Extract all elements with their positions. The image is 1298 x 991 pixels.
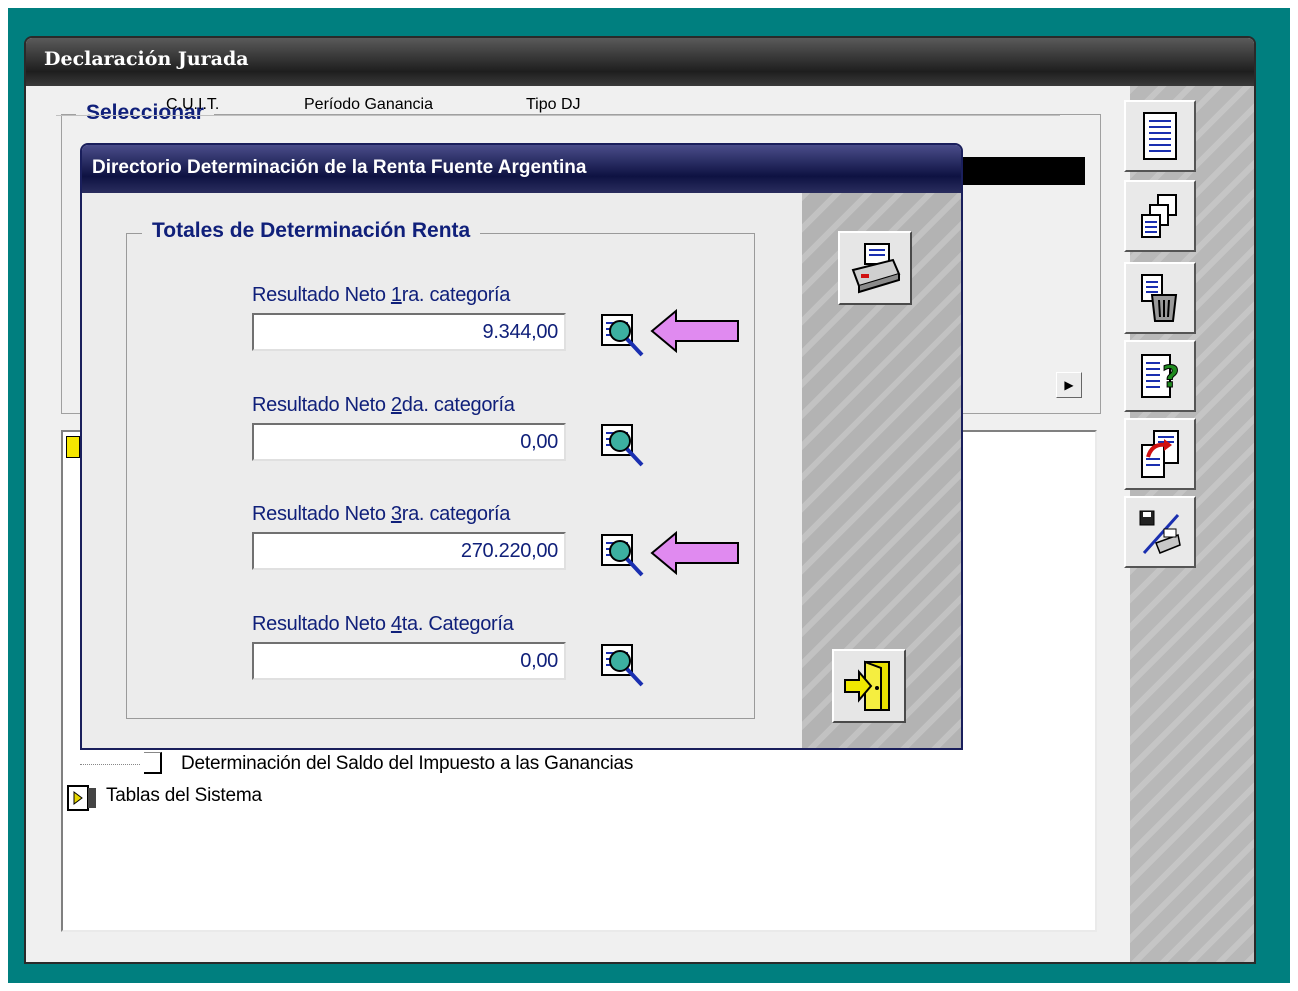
field-input-4ta[interactable]: 0,00: [252, 642, 566, 680]
dialog-title: Directorio Determinación de la Renta Fue…: [82, 145, 961, 193]
column-header-row: C.U.I.T. Período Ganancia Tipo DJ: [56, 96, 1060, 116]
exit-door-icon: [844, 660, 890, 711]
tree-checkbox[interactable]: [144, 752, 162, 774]
field-input-2da[interactable]: 0,00: [252, 423, 566, 461]
scroll-right-button[interactable]: ▶: [1056, 372, 1082, 398]
totals-group-label: Totales de Determinación Renta: [142, 219, 481, 243]
document-list-icon: [1143, 112, 1177, 160]
print-button[interactable]: [838, 231, 912, 305]
help-document-icon: ?: [1141, 354, 1180, 398]
copy-documents-icon: [1141, 194, 1177, 238]
printer-icon: [851, 243, 901, 294]
column-header-cuit[interactable]: C.U.I.T.: [166, 96, 219, 114]
main-window-title: Declaración Jurada: [26, 38, 1254, 86]
delete-document-button[interactable]: [1124, 262, 1196, 334]
annotation-arrow-3ra-icon: [650, 530, 739, 576]
save-print-button[interactable]: [1124, 496, 1196, 568]
field-label-3ra: Resultado Neto 3ra. categoría: [252, 503, 511, 525]
copy-documents-button[interactable]: [1124, 180, 1196, 252]
export-button[interactable]: [1124, 418, 1196, 490]
exit-button[interactable]: [832, 649, 906, 723]
help-button[interactable]: ?: [1124, 340, 1196, 412]
trash-document-icon: [1141, 274, 1178, 322]
lookup-1ra-icon[interactable]: [600, 311, 648, 359]
document-list-button[interactable]: [1124, 100, 1196, 172]
lookup-2da-icon[interactable]: [600, 421, 648, 469]
disk-printer-icon: [1139, 510, 1181, 555]
tree-item-saldo[interactable]: Determinación del Saldo del Impuesto a l…: [181, 753, 633, 775]
field-label-4ta: Resultado Neto 4ta. Categoría: [252, 613, 514, 635]
renta-dialog: Directorio Determinación de la Renta Fue…: [80, 143, 963, 750]
lookup-4ta-icon[interactable]: [600, 641, 648, 689]
column-header-tipo-dj[interactable]: Tipo DJ: [526, 96, 581, 114]
lookup-3ra-icon[interactable]: [600, 531, 648, 579]
field-label-2da: Resultado Neto 2da. categoría: [252, 394, 515, 416]
tree-connector: [80, 764, 140, 765]
folder-icon: [66, 436, 80, 458]
tree-item-tablas[interactable]: Tablas del Sistema: [106, 785, 262, 807]
tables-icon: [67, 785, 96, 811]
export-document-icon: [1141, 430, 1179, 478]
field-input-1ra[interactable]: 9.344,00: [252, 313, 566, 351]
svg-text:?: ?: [1162, 360, 1179, 395]
field-input-3ra[interactable]: 270.220,00: [252, 532, 566, 570]
field-label-1ra: Resultado Neto 1ra. categoría: [252, 284, 511, 306]
scroll-right-icon: ▶: [1064, 378, 1074, 392]
column-header-periodo[interactable]: Período Ganancia: [304, 96, 433, 114]
annotation-arrow-1ra-icon: [650, 308, 739, 354]
